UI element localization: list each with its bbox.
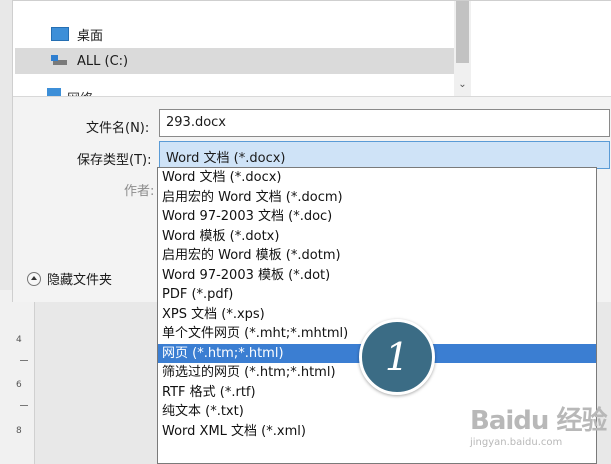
watermark-sub: jingyan.baidu.com xyxy=(470,437,563,448)
author-label: 作者: xyxy=(124,184,155,199)
nav-scrollbar[interactable]: ⌄ xyxy=(454,1,471,96)
dropdown-option[interactable]: XPS 文档 (*.xps) xyxy=(158,305,596,325)
drive-icon xyxy=(51,54,69,68)
desktop-icon xyxy=(51,27,69,41)
network-icon xyxy=(47,88,61,96)
dropdown-option[interactable]: Word 模板 (*.dotx) xyxy=(158,227,596,247)
scroll-thumb[interactable] xyxy=(456,1,469,63)
ruler-tick-label: 4 xyxy=(16,335,22,345)
dropdown-option[interactable]: Word 文档 (*.docx) xyxy=(158,168,596,188)
watermark-main: Baidu 经验 xyxy=(470,406,607,436)
baidu-watermark: Baidu 经验 jingyan.baidu.com xyxy=(470,400,610,460)
ruler-tick-label: 8 xyxy=(16,426,22,436)
ruler-tick-label: 6 xyxy=(16,380,22,390)
vertical-ruler: 4 6 8 xyxy=(0,290,35,464)
hide-folders-button[interactable]: 隐藏文件夹 xyxy=(27,269,112,288)
nav-item-label: ALL (C:) xyxy=(77,53,129,69)
navigation-pane: 桌面 ALL (C:) 网络 ⌄ xyxy=(13,1,471,96)
hide-folders-label: 隐藏文件夹 xyxy=(47,273,113,288)
chevron-down-icon[interactable]: ⌄ xyxy=(454,77,471,93)
ruler-mark xyxy=(20,360,28,361)
filename-input[interactable]: 293.docx xyxy=(159,109,610,137)
dropdown-option[interactable]: 启用宏的 Word 模板 (*.dotm) xyxy=(158,246,596,266)
step-number-badge: 1 xyxy=(359,319,435,395)
dropdown-option[interactable]: PDF (*.pdf) xyxy=(158,285,596,305)
dropdown-option[interactable]: Word 97-2003 模板 (*.dot) xyxy=(158,266,596,286)
nav-item-network[interactable]: 网络 xyxy=(47,88,93,96)
filename-label: 文件名(N): xyxy=(86,121,150,136)
filetype-label: 保存类型(T): xyxy=(77,153,152,168)
dropdown-option[interactable]: 启用宏的 Word 文档 (*.docm) xyxy=(158,188,596,208)
nav-item-drive-c[interactable]: ALL (C:) xyxy=(15,48,465,74)
nav-item-desktop[interactable]: 桌面 xyxy=(15,21,465,47)
chevron-up-icon xyxy=(27,271,41,286)
dropdown-option[interactable]: Word 97-2003 文档 (*.doc) xyxy=(158,207,596,227)
ruler-mark xyxy=(20,405,28,406)
filetype-select[interactable]: Word 文档 (*.docx) xyxy=(159,141,610,169)
nav-item-label: 桌面 xyxy=(77,28,104,44)
